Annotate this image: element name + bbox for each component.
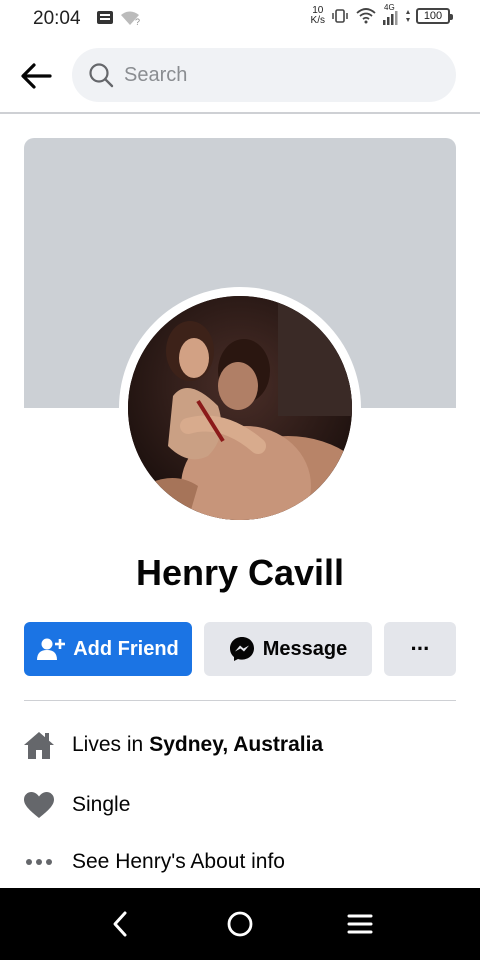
top-header <box>0 36 480 114</box>
section-divider <box>24 700 456 701</box>
nav-home-icon <box>227 911 253 937</box>
network-speed-unit: K/s <box>310 15 325 26</box>
lives-prefix: Lives in <box>72 733 144 756</box>
info-icon-wrap <box>22 845 56 879</box>
profile-avatar[interactable] <box>128 296 352 520</box>
back-arrow-icon <box>21 63 52 89</box>
profile-photo-image <box>128 296 352 520</box>
messenger-icon <box>229 637 254 661</box>
status-left-icons: ? <box>96 10 142 26</box>
wifi-unknown-icon: ? <box>121 11 140 26</box>
system-nav-bar <box>0 888 480 960</box>
search-input[interactable] <box>124 63 424 87</box>
heart-icon <box>24 792 54 818</box>
network-speed: 10 K/s <box>311 6 325 26</box>
more-options-button[interactable]: ··· <box>384 622 456 676</box>
profile-name: Henry Cavill <box>135 552 345 593</box>
status-bar: 20:04 ? 10 K/s 4G 100 <box>0 0 480 36</box>
wifi-icon <box>356 8 376 24</box>
info-row-about[interactable]: See Henry's About info <box>22 842 285 882</box>
nav-home-button[interactable] <box>220 906 260 942</box>
message-label: Message <box>262 637 348 660</box>
signal-icon <box>383 11 398 25</box>
search-icon <box>89 63 114 88</box>
back-button[interactable] <box>16 56 56 96</box>
dots-icon <box>26 859 52 865</box>
lives-place-link[interactable]: Sydney, Australia <box>149 733 323 757</box>
message-button[interactable]: Message <box>204 622 372 676</box>
message-notification-icon <box>97 11 113 24</box>
nav-back-icon <box>113 911 127 937</box>
info-row-relationship: Single <box>22 785 130 825</box>
status-time: 20:04 <box>33 8 81 29</box>
status-right: 10 K/s 4G 100 <box>311 3 453 26</box>
search-bar[interactable] <box>72 48 456 102</box>
info-icon-wrap <box>22 728 56 762</box>
home-icon <box>24 732 54 759</box>
data-arrows-icon <box>406 10 410 22</box>
nav-back-button[interactable] <box>100 906 140 942</box>
about-info-link[interactable]: See Henry's About info <box>72 850 285 874</box>
info-row-lives: Lives in Sydney, Australia <box>22 725 323 765</box>
relationship-status: Single <box>72 793 131 816</box>
nav-menu-button[interactable] <box>340 906 380 942</box>
nav-menu-icon <box>347 914 373 934</box>
battery-indicator: 100 <box>416 8 453 24</box>
cell-signal: 4G <box>382 3 400 25</box>
vibrate-icon <box>332 9 348 23</box>
svg-text:?: ? <box>135 17 140 26</box>
more-icon: ··· <box>410 636 431 661</box>
add-friend-icon <box>37 638 66 660</box>
add-friend-label: Add Friend <box>73 637 179 660</box>
info-icon-wrap <box>22 788 56 822</box>
add-friend-button[interactable]: Add Friend <box>24 622 192 676</box>
